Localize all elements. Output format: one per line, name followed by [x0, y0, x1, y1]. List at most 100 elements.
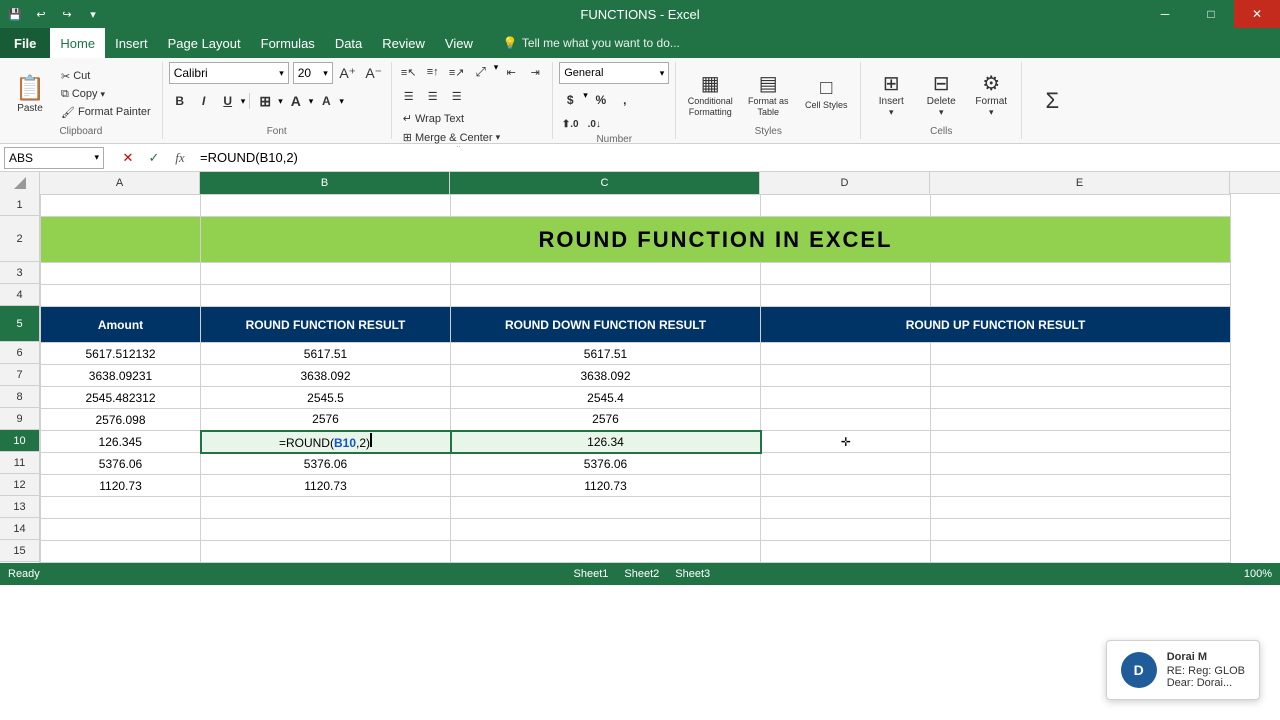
align-top-center-btn[interactable]: ≡↑	[422, 62, 444, 82]
cell-C13[interactable]	[451, 497, 761, 519]
row-header-11[interactable]: 11	[0, 452, 39, 474]
cell-A14[interactable]	[41, 519, 201, 541]
cell-D13[interactable]	[761, 497, 931, 519]
menu-insert[interactable]: Insert	[105, 28, 158, 58]
cell-E7[interactable]	[931, 365, 1231, 387]
cell-D6[interactable]	[761, 343, 931, 365]
cell-A3[interactable]	[41, 263, 201, 285]
cell-C11[interactable]: 5376.06	[451, 453, 761, 475]
cell-B9[interactable]: 2576	[201, 409, 451, 431]
number-format-selector[interactable]: General ▾	[559, 62, 669, 84]
delete-cells-button[interactable]: ⊟ Delete ▾	[917, 65, 965, 123]
cell-A10[interactable]: 126.345	[41, 431, 201, 453]
row-header-5[interactable]: 5	[0, 306, 39, 342]
row-header-12[interactable]: 12	[0, 474, 39, 496]
cell-D12[interactable]	[761, 475, 931, 497]
cell-D11[interactable]	[761, 453, 931, 475]
maximize-btn[interactable]: □	[1188, 0, 1234, 28]
font-color-btn[interactable]: A	[315, 91, 337, 111]
cell-E14[interactable]	[931, 519, 1231, 541]
name-box[interactable]: ABS ▾	[4, 147, 104, 169]
wrap-text-button[interactable]: ↵ Wrap Text	[398, 110, 469, 127]
cell-D10[interactable]: ✛	[761, 431, 931, 453]
increase-decimal-btn[interactable]: ⬆.0	[559, 114, 581, 134]
col-header-B[interactable]: B	[200, 172, 450, 194]
col-header-A[interactable]: A	[40, 172, 200, 194]
indent-decrease-btn[interactable]: ⇤	[500, 62, 522, 82]
format-as-table-button[interactable]: ▤ Format as Table	[740, 65, 796, 123]
cell-E4[interactable]	[931, 285, 1231, 307]
copy-dropdown-icon[interactable]: ▾	[101, 89, 106, 100]
cell-C3[interactable]	[451, 263, 761, 285]
customize-quick-btn[interactable]: ▾	[82, 3, 104, 25]
merge-center-button[interactable]: ⊞ Merge & Center ▾	[398, 129, 505, 146]
cell-D14[interactable]	[761, 519, 931, 541]
autosum-button[interactable]: Σ	[1028, 72, 1076, 130]
cell-styles-button[interactable]: □ Cell Styles	[798, 65, 854, 123]
menu-view[interactable]: View	[435, 28, 483, 58]
cell-E1[interactable]	[931, 195, 1231, 217]
cell-C9[interactable]: 2576	[451, 409, 761, 431]
italic-button[interactable]: I	[193, 91, 215, 111]
angle-dropdown-icon[interactable]: ▾	[494, 62, 499, 82]
conditional-formatting-button[interactable]: ▦ Conditional Formatting	[682, 65, 738, 123]
redo-quick-btn[interactable]: ↪	[56, 3, 78, 25]
bold-button[interactable]: B	[169, 91, 191, 111]
cell-C4[interactable]	[451, 285, 761, 307]
insert-dropdown-icon[interactable]: ▾	[889, 107, 894, 118]
cell-A5-header[interactable]: Amount	[41, 307, 201, 343]
cell-A4[interactable]	[41, 285, 201, 307]
menu-home[interactable]: Home	[50, 28, 105, 58]
row-header-2[interactable]: 2	[0, 216, 39, 262]
cell-B13[interactable]	[201, 497, 451, 519]
cell-A13[interactable]	[41, 497, 201, 519]
border-dropdown-icon[interactable]: ▾	[278, 96, 283, 107]
indent-increase-btn[interactable]: ⇥	[524, 62, 546, 82]
cell-D1[interactable]	[761, 195, 931, 217]
fill-color-btn[interactable]: A	[285, 91, 307, 111]
cell-B15[interactable]	[201, 541, 451, 563]
underline-dropdown-icon[interactable]: ▾	[241, 96, 246, 107]
align-top-right-btn[interactable]: ≡↗	[446, 62, 468, 82]
close-btn[interactable]: ✕	[1234, 0, 1280, 28]
cell-B14[interactable]	[201, 519, 451, 541]
fx-icon[interactable]: fx	[168, 147, 192, 169]
cell-C8[interactable]: 2545.4	[451, 387, 761, 409]
font-color-dropdown-icon[interactable]: ▾	[339, 96, 344, 107]
cell-E11[interactable]	[931, 453, 1231, 475]
currency-btn[interactable]: $	[559, 90, 581, 110]
menu-file[interactable]: File	[0, 28, 50, 58]
cell-E15[interactable]	[931, 541, 1231, 563]
cell-B12[interactable]: 1120.73	[201, 475, 451, 497]
currency-dropdown-icon[interactable]: ▾	[583, 90, 588, 110]
cell-D3[interactable]	[761, 263, 931, 285]
cell-C7[interactable]: 3638.092	[451, 365, 761, 387]
row-header-4[interactable]: 4	[0, 284, 39, 306]
cell-C5-header[interactable]: ROUND DOWN FUNCTION RESULT	[451, 307, 761, 343]
minimize-btn[interactable]: ─	[1142, 0, 1188, 28]
cell-A8[interactable]: 2545.482312	[41, 387, 201, 409]
sheet2-tab[interactable]: Sheet2	[624, 568, 659, 580]
menu-formulas[interactable]: Formulas	[251, 28, 325, 58]
cell-C6[interactable]: 5617.51	[451, 343, 761, 365]
underline-button[interactable]: U	[217, 91, 239, 111]
cell-B7[interactable]: 3638.092	[201, 365, 451, 387]
sheet1-tab[interactable]: Sheet1	[574, 568, 609, 580]
cell-A9[interactable]: 2576.098	[41, 409, 201, 431]
cell-E6[interactable]	[931, 343, 1231, 365]
row-header-10[interactable]: 10	[0, 430, 39, 452]
fill-dropdown-icon[interactable]: ▾	[309, 96, 314, 107]
cell-A6[interactable]: 5617.512132	[41, 343, 201, 365]
angle-text-btn[interactable]: ⤢	[470, 62, 492, 82]
row-header-8[interactable]: 8	[0, 386, 39, 408]
cell-C14[interactable]	[451, 519, 761, 541]
copy-button[interactable]: ⧉ Copy ▾	[56, 86, 156, 103]
col-header-D[interactable]: D	[760, 172, 930, 194]
align-right-btn[interactable]: ☰	[446, 86, 468, 106]
percent-btn[interactable]: %	[590, 90, 612, 110]
col-header-C[interactable]: C	[450, 172, 760, 194]
delete-dropdown-icon[interactable]: ▾	[939, 107, 944, 118]
formula-input[interactable]	[196, 147, 1276, 169]
row-header-15[interactable]: 15	[0, 540, 39, 562]
cell-B4[interactable]	[201, 285, 451, 307]
